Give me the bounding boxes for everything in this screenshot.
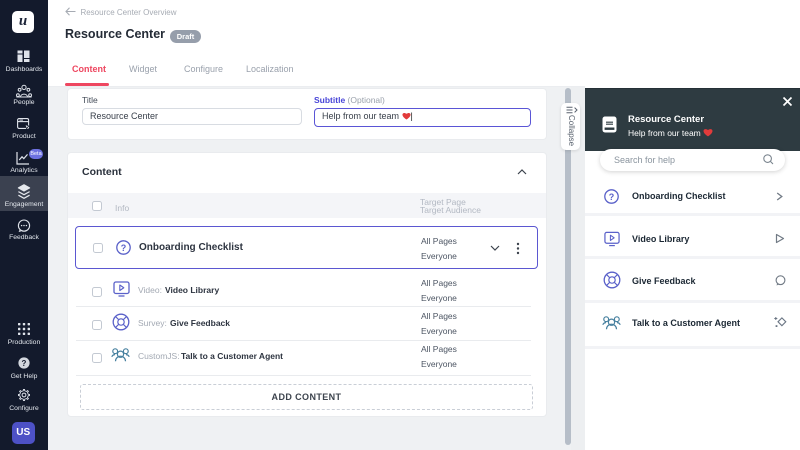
svg-text:?: ?: [121, 243, 127, 253]
svg-text:?: ?: [609, 192, 615, 202]
svg-text:?: ?: [22, 359, 27, 368]
